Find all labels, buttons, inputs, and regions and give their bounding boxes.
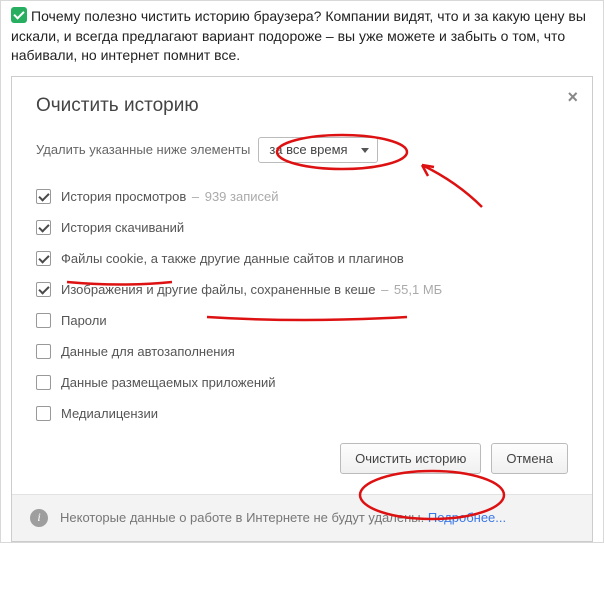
checkbox-icon[interactable]: [36, 282, 51, 297]
page-container: Почему полезно чистить историю браузера?…: [0, 0, 604, 543]
info-icon: i: [30, 509, 48, 527]
option-label: Файлы cookie, а также другие данные сайт…: [61, 251, 404, 266]
option-sub: 939 записей: [205, 189, 279, 204]
option-download-history[interactable]: История скачиваний: [36, 212, 568, 243]
header-text: Почему полезно чистить историю браузера?…: [11, 8, 586, 63]
checkbox-icon[interactable]: [36, 220, 51, 235]
time-range-row: Удалить указанные ниже элементы за все в…: [36, 137, 568, 163]
time-range-value: за все время: [269, 142, 347, 157]
option-cache[interactable]: Изображения и другие файлы, сохраненные …: [36, 274, 568, 305]
option-sub: 55,1 МБ: [394, 282, 442, 297]
time-range-label: Удалить указанные ниже элементы: [36, 142, 250, 157]
option-label: Пароли: [61, 313, 107, 328]
cancel-button[interactable]: Отмена: [491, 443, 568, 474]
option-passwords[interactable]: Пароли: [36, 305, 568, 336]
button-row: Очистить историю Отмена: [36, 429, 568, 480]
checkbox-icon[interactable]: [36, 251, 51, 266]
info-text: Некоторые данные о работе в Интернете не…: [60, 510, 424, 525]
header-caption: Почему полезно чистить историю браузера?…: [1, 1, 603, 72]
checkbox-icon[interactable]: [36, 406, 51, 421]
check-badge-icon: [11, 7, 27, 23]
option-label: Данные размещаемых приложений: [61, 375, 276, 390]
option-label: Медиалицензии: [61, 406, 158, 421]
checkbox-icon[interactable]: [36, 375, 51, 390]
dialog-body: × Очистить историю Удалить указанные ниж…: [12, 77, 592, 494]
info-text-wrap: Некоторые данные о работе в Интернете не…: [60, 510, 506, 525]
option-label: Изображения и другие файлы, сохраненные …: [61, 282, 375, 297]
options-list: История просмотров – 939 записей История…: [36, 181, 568, 429]
time-range-select[interactable]: за все время: [258, 137, 378, 163]
checkbox-icon[interactable]: [36, 313, 51, 328]
close-icon[interactable]: ×: [567, 87, 578, 108]
learn-more-link[interactable]: Подробнее...: [428, 510, 506, 525]
dialog-title: Очистить историю: [36, 95, 568, 117]
option-media-licenses[interactable]: Медиалицензии: [36, 398, 568, 429]
checkbox-icon[interactable]: [36, 189, 51, 204]
option-hosted-apps[interactable]: Данные размещаемых приложений: [36, 367, 568, 398]
info-bar: i Некоторые данные о работе в Интернете …: [12, 494, 592, 541]
option-autofill[interactable]: Данные для автозаполнения: [36, 336, 568, 367]
option-cookies[interactable]: Файлы cookie, а также другие данные сайт…: [36, 243, 568, 274]
option-browsing-history[interactable]: История просмотров – 939 записей: [36, 181, 568, 212]
option-label: История скачиваний: [61, 220, 184, 235]
clear-history-button[interactable]: Очистить историю: [340, 443, 481, 474]
option-label: Данные для автозаполнения: [61, 344, 235, 359]
chevron-down-icon: [361, 148, 369, 153]
clear-history-dialog: × Очистить историю Удалить указанные ниж…: [11, 76, 593, 542]
checkbox-icon[interactable]: [36, 344, 51, 359]
option-label: История просмотров: [61, 189, 186, 204]
